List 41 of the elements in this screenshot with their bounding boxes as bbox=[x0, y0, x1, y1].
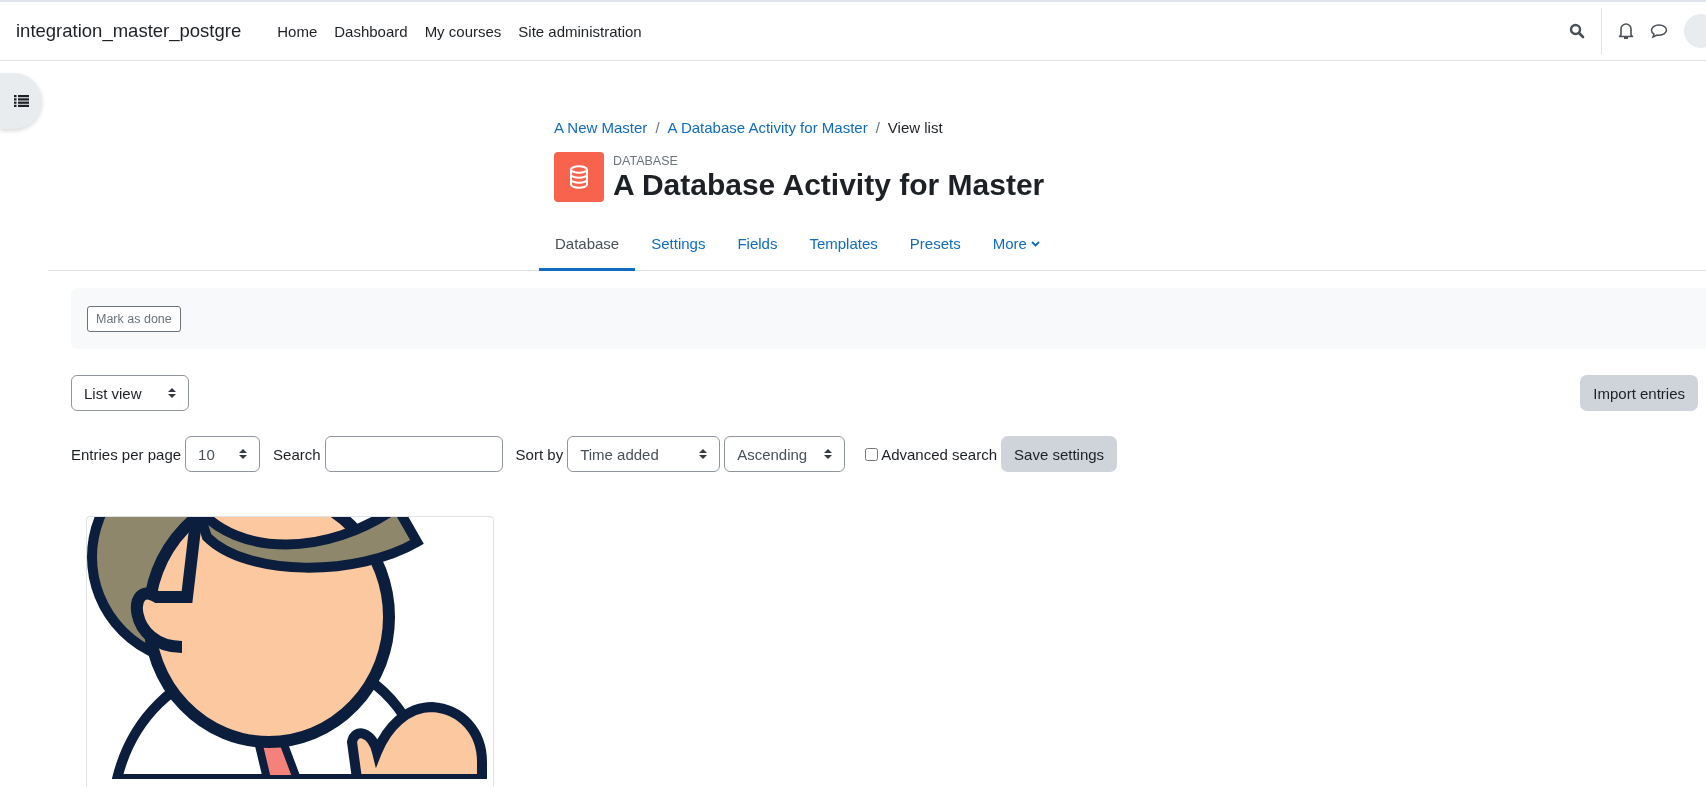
breadcrumb-link[interactable]: A New Master bbox=[554, 119, 648, 136]
page-title: A Database Activity for Master bbox=[613, 167, 1045, 201]
sort-arrows-icon bbox=[239, 448, 248, 460]
sort-by-label: Sort by bbox=[515, 445, 564, 463]
nav-link[interactable]: Home bbox=[277, 22, 318, 40]
nav-tab[interactable]: Settings bbox=[635, 222, 722, 271]
advanced-search-label: Advanced search bbox=[881, 445, 998, 463]
nav-link[interactable]: Site administration bbox=[518, 22, 642, 40]
site-name[interactable]: integration_master_postgre bbox=[16, 20, 242, 42]
nav-tab[interactable]: Database bbox=[539, 222, 636, 271]
sort-field-select[interactable]: Time added bbox=[567, 436, 721, 472]
breadcrumb-current: View list bbox=[887, 119, 943, 136]
sort-arrows-icon bbox=[168, 387, 176, 399]
nav-link[interactable]: My courses bbox=[424, 22, 502, 40]
nav-tab[interactable]: Presets bbox=[893, 222, 977, 271]
chat-bubble-icon[interactable] bbox=[1650, 23, 1668, 39]
sort-order-select[interactable]: Ascending bbox=[724, 436, 846, 472]
bell-icon[interactable] bbox=[1618, 22, 1634, 40]
nav-link[interactable]: Dashboard bbox=[334, 22, 408, 40]
mark-as-done-button[interactable]: Mark as done bbox=[87, 305, 181, 332]
entries-per-page-select[interactable]: 10 bbox=[185, 436, 261, 472]
view-select[interactable]: List view bbox=[71, 375, 189, 411]
sort-arrows-icon bbox=[699, 448, 708, 460]
search-field[interactable] bbox=[324, 436, 503, 472]
nav-tab[interactable]: Templates bbox=[793, 222, 894, 271]
module-type-label: DATABASE bbox=[613, 153, 679, 168]
advanced-search-checkbox[interactable] bbox=[865, 447, 879, 461]
nav-tab[interactable]: Fields bbox=[721, 222, 794, 271]
breadcrumb-separator: / bbox=[875, 119, 880, 136]
nav-tab[interactable]: More bbox=[976, 222, 1056, 271]
search-icon[interactable] bbox=[1569, 23, 1585, 39]
sort-arrows-icon bbox=[824, 448, 833, 460]
database-module-icon bbox=[554, 152, 604, 202]
breadcrumb-separator: / bbox=[655, 119, 660, 136]
save-settings-button[interactable]: Save settings bbox=[1001, 436, 1118, 472]
breadcrumb-link[interactable]: A Database Activity for Master bbox=[667, 119, 868, 136]
search-label: Search bbox=[273, 445, 321, 463]
import-entries-button[interactable]: Import entries bbox=[1580, 375, 1698, 411]
drawer-toggle-button[interactable] bbox=[0, 73, 42, 129]
entries-per-page-label: Entries per page bbox=[71, 445, 182, 463]
list-icon bbox=[13, 95, 29, 107]
